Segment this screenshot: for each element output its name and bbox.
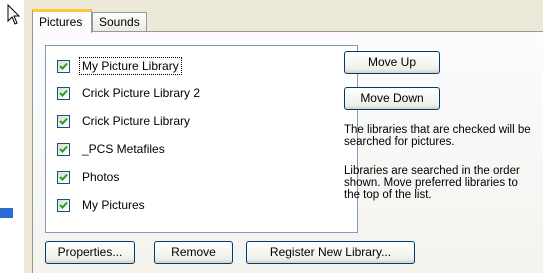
- move-down-button[interactable]: Move Down: [344, 87, 440, 110]
- tab-pictures[interactable]: Pictures: [32, 9, 92, 33]
- properties-button[interactable]: Properties...: [45, 241, 135, 264]
- picture-libraries-list[interactable]: My Picture Library Crick Picture Library…: [45, 45, 358, 233]
- library-checkbox[interactable]: [57, 170, 70, 184]
- options-dialog: Pictures Sounds My Picture Library Crick…: [24, 0, 543, 273]
- checkmark-icon: [59, 173, 68, 181]
- checkmark-icon: [59, 117, 68, 125]
- tab-sounds[interactable]: Sounds: [92, 12, 147, 32]
- list-item[interactable]: Crick Picture Library 2: [57, 84, 202, 102]
- library-label: Photos: [82, 170, 120, 184]
- library-label: My Pictures: [82, 198, 145, 212]
- library-checkbox[interactable]: [57, 198, 70, 212]
- search-order-note: Libraries are searched in the order show…: [344, 165, 520, 201]
- background-window-fragment: [0, 208, 13, 218]
- library-checkbox[interactable]: [57, 59, 70, 73]
- library-label: Crick Picture Library 2: [82, 86, 201, 100]
- move-up-button[interactable]: Move Up: [344, 51, 440, 74]
- checked-libraries-note: The libraries that are checked will be s…: [344, 124, 531, 148]
- background-window-edge: [0, 0, 14, 273]
- tab-pictures-label: Pictures: [39, 15, 83, 29]
- checkmark-icon: [59, 145, 68, 153]
- list-item[interactable]: _PCS Metafiles: [57, 140, 167, 158]
- checkmark-icon: [59, 62, 68, 70]
- list-item[interactable]: Photos: [57, 168, 121, 186]
- list-item[interactable]: Crick Picture Library: [57, 112, 192, 130]
- library-checkbox[interactable]: [57, 86, 70, 100]
- list-item[interactable]: My Picture Library: [57, 57, 182, 75]
- mouse-pointer-icon: [7, 4, 21, 25]
- remove-button[interactable]: Remove: [154, 241, 233, 264]
- list-item[interactable]: My Pictures: [57, 196, 147, 214]
- library-checkbox[interactable]: [57, 142, 70, 156]
- tab-sounds-label: Sounds: [99, 15, 140, 29]
- checkmark-icon: [59, 201, 68, 209]
- library-checkbox[interactable]: [57, 114, 70, 128]
- register-new-library-button[interactable]: Register New Library...: [246, 241, 415, 264]
- library-label: _PCS Metafiles: [82, 142, 165, 156]
- library-label: My Picture Library: [79, 57, 182, 75]
- checkmark-icon: [59, 89, 68, 97]
- library-label: Crick Picture Library: [82, 114, 191, 128]
- screenshot-root: Pictures Sounds My Picture Library Crick…: [0, 0, 543, 273]
